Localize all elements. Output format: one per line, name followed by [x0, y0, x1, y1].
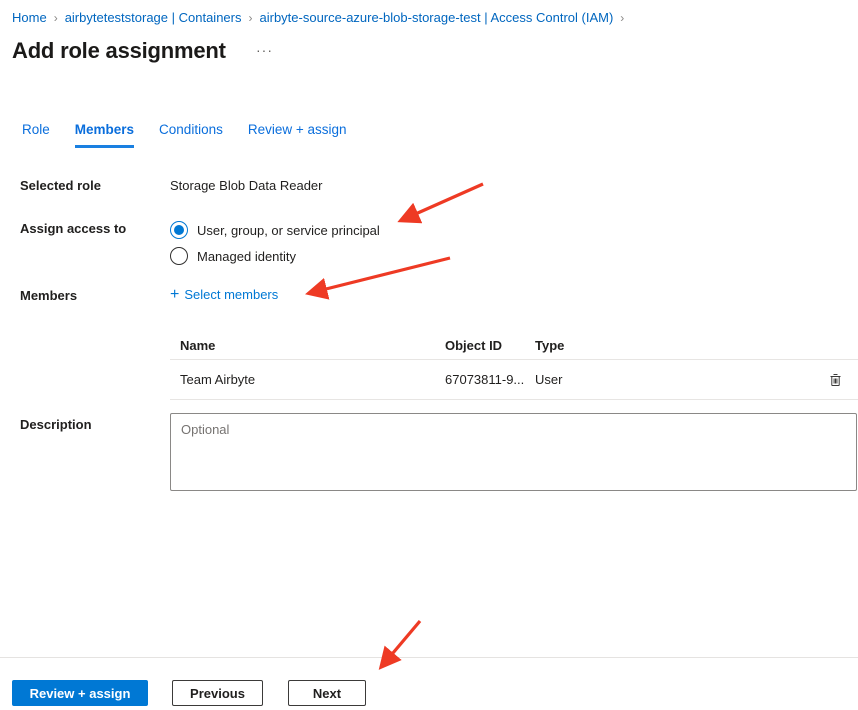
delete-member-button[interactable] — [812, 360, 858, 399]
members-table-header: Name Object ID Type — [170, 332, 858, 360]
radio-user-group-service-principal[interactable]: User, group, or service principal — [170, 217, 380, 243]
radio-unselected-icon — [170, 247, 188, 265]
tab-conditions[interactable]: Conditions — [159, 122, 223, 148]
description-label: Description — [20, 417, 92, 432]
assign-access-to-label: Assign access to — [20, 221, 126, 236]
annotation-arrow-next — [382, 621, 420, 666]
previous-button[interactable]: Previous — [172, 680, 263, 706]
tab-role[interactable]: Role — [22, 122, 50, 148]
radio-option-label: Managed identity — [197, 249, 296, 264]
column-header-object-id: Object ID — [445, 338, 535, 353]
member-object-id: 67073811-9... — [445, 372, 535, 387]
annotation-arrow-assign-access — [402, 184, 483, 220]
selected-role-value: Storage Blob Data Reader — [170, 178, 322, 193]
tab-bar: Role Members Conditions Review + assign — [22, 122, 347, 148]
radio-managed-identity[interactable]: Managed identity — [170, 243, 380, 269]
member-type: User — [535, 372, 812, 387]
add-role-assignment-page: { "breadcrumb": { "items": [ "Home", "ai… — [0, 0, 858, 710]
select-members-link[interactable]: + Select members — [170, 287, 278, 302]
breadcrumb-access-control[interactable]: airbyte-source-azure-blob-storage-test |… — [260, 10, 614, 25]
select-members-link-label: Select members — [184, 287, 278, 302]
radio-option-label: User, group, or service principal — [197, 223, 380, 238]
column-header-name: Name — [180, 338, 445, 353]
next-button[interactable]: Next — [288, 680, 366, 706]
breadcrumb-separator: › — [620, 11, 624, 25]
members-label: Members — [20, 288, 77, 303]
member-name: Team Airbyte — [180, 372, 445, 387]
footer-divider — [0, 657, 858, 658]
tab-review-assign[interactable]: Review + assign — [248, 122, 347, 148]
breadcrumb-separator: › — [249, 11, 253, 25]
selected-role-label: Selected role — [20, 178, 101, 193]
breadcrumb: Home › airbyteteststorage | Containers ›… — [12, 10, 624, 25]
plus-icon: + — [170, 288, 179, 301]
table-row: Team Airbyte 67073811-9... User — [170, 360, 858, 400]
radio-selected-icon — [170, 221, 188, 239]
members-table: Name Object ID Type Team Airbyte 6707381… — [170, 332, 858, 400]
trash-icon — [828, 372, 843, 388]
description-input[interactable] — [170, 413, 857, 491]
breadcrumb-separator: › — [54, 11, 58, 25]
review-assign-button[interactable]: Review + assign — [12, 680, 148, 706]
more-options-icon[interactable]: ··· — [256, 42, 273, 58]
assign-access-radio-group: User, group, or service principal Manage… — [170, 217, 380, 269]
tab-members[interactable]: Members — [75, 122, 134, 148]
breadcrumb-containers[interactable]: airbyteteststorage | Containers — [65, 10, 242, 25]
breadcrumb-home[interactable]: Home — [12, 10, 47, 25]
page-title: Add role assignment — [12, 38, 226, 64]
column-header-type: Type — [535, 338, 812, 353]
